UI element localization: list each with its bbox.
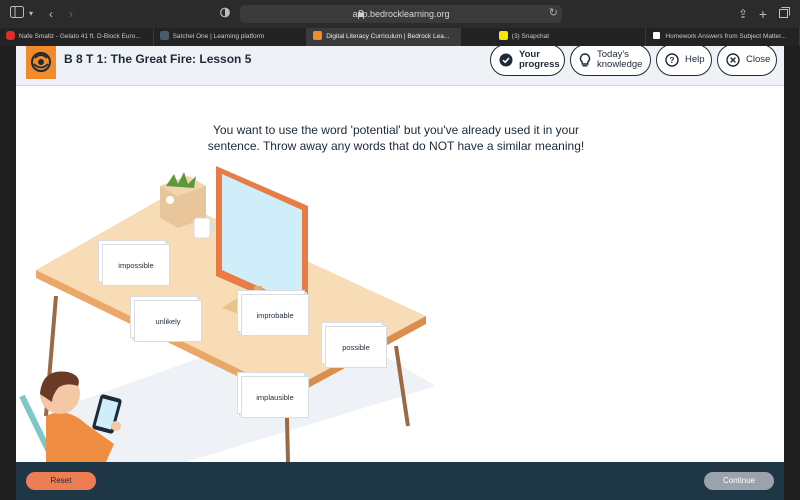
browser-tab-snapchat[interactable]: (3) Snapchat xyxy=(461,28,647,46)
reload-icon[interactable]: ↻ xyxy=(549,6,558,19)
word-card-unlikely[interactable]: unlikely xyxy=(134,300,202,342)
word-card-improbable[interactable]: improbable xyxy=(241,294,309,336)
bedrock-logo xyxy=(26,46,56,79)
svg-text:?: ? xyxy=(670,56,675,65)
share-icon[interactable]: ⇪ xyxy=(738,6,748,22)
close-icon xyxy=(726,53,740,67)
mug xyxy=(193,217,211,239)
lesson-title: B 8 T 1: The Great Fire: Lesson 5 xyxy=(64,52,252,66)
help-label: Help xyxy=(685,54,705,65)
knowledge-label-line2: knowledge xyxy=(597,59,643,70)
studyx-icon xyxy=(652,31,662,40)
word-card-implausible[interactable]: implausible xyxy=(241,376,309,418)
satchel-icon xyxy=(159,31,169,40)
your-progress-button[interactable]: Your progress xyxy=(490,46,565,76)
close-label: Close xyxy=(746,54,771,65)
word-card-impossible[interactable]: impossible xyxy=(102,244,170,286)
tab-bar: Nafe Smallz - Gelato 41 ft. D-Block Euro… xyxy=(0,28,800,46)
forward-icon[interactable]: › xyxy=(66,6,76,22)
lesson-header: B 8 T 1: The Great Fire: Lesson 5 Your p… xyxy=(16,46,784,86)
word-card-label: improbable xyxy=(256,310,294,320)
shield-icon[interactable] xyxy=(220,6,230,22)
address-bar[interactable]: app.bedrocklearning.org ↻ xyxy=(240,5,562,23)
word-card-label: impossible xyxy=(118,260,154,270)
snapchat-icon xyxy=(498,31,508,40)
youtube-icon xyxy=(6,31,15,40)
back-icon[interactable]: ‹ xyxy=(46,6,56,22)
tab-label: Satchel One | Learning platform xyxy=(172,33,265,40)
url-text: app.bedrocklearning.org xyxy=(352,9,450,19)
bedrock-icon xyxy=(313,31,323,40)
progress-label-line2: progress xyxy=(519,59,560,70)
help-button[interactable]: ? Help xyxy=(656,46,712,76)
continue-button[interactable]: Continue xyxy=(704,472,774,490)
browser-tab-bedrock[interactable]: Digital Literacy Curriculum | Bedrock Le… xyxy=(307,28,461,46)
chevron-down-icon[interactable]: ▾ xyxy=(27,6,35,22)
lightbulb-icon xyxy=(579,53,591,67)
word-card-label: possible xyxy=(342,342,370,352)
lesson-page: B 8 T 1: The Great Fire: Lesson 5 Your p… xyxy=(16,46,784,500)
tab-label: Digital Literacy Curriculum | Bedrock Le… xyxy=(326,33,450,40)
word-card-label: implausible xyxy=(256,392,294,402)
tab-label: (3) Snapchat xyxy=(511,33,549,40)
help-icon: ? xyxy=(665,53,679,67)
browser-tab-youtube[interactable]: Nafe Smallz - Gelato 41 ft. D-Block Euro… xyxy=(0,28,154,46)
close-button[interactable]: Close xyxy=(717,46,777,76)
desk-illustration xyxy=(19,166,436,462)
instruction-line-1: You want to use the word 'potential' but… xyxy=(213,123,579,137)
todays-knowledge-button[interactable]: Today's knowledge xyxy=(570,46,651,76)
instruction-line-2: sentence. Throw away any words that do N… xyxy=(207,139,585,153)
tab-overview-icon[interactable] xyxy=(778,6,790,22)
word-card-possible[interactable]: possible xyxy=(325,326,387,368)
word-card-label: unlikely xyxy=(155,316,181,326)
browser-toolbar: ▾ ‹ › app.bedrocklearning.org ↻ ⇪ + xyxy=(0,0,800,28)
new-tab-icon[interactable]: + xyxy=(758,6,768,22)
tab-label: Nafe Smallz - Gelato 41 ft. D-Block Euro… xyxy=(19,33,141,40)
browser-tab-homework[interactable]: Homework Answers from Subject Matter... xyxy=(646,28,800,46)
browser-tab-satchel[interactable]: Satchel One | Learning platform xyxy=(154,28,308,46)
check-circle-icon xyxy=(499,53,513,67)
reset-button[interactable]: Reset xyxy=(26,472,96,490)
lesson-footer: Reset Continue xyxy=(16,462,784,500)
instruction-text: You want to use the word 'potential' but… xyxy=(186,122,606,154)
tab-label: Homework Answers from Subject Matter... xyxy=(665,33,787,40)
sidebar-toggle-icon[interactable] xyxy=(10,6,24,22)
